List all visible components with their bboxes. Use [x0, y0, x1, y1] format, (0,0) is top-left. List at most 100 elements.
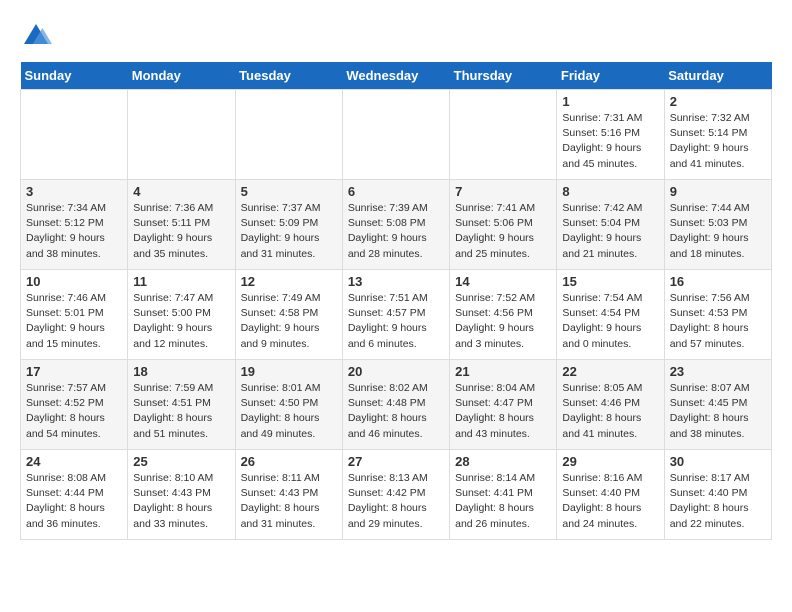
day-cell: 4 Sunrise: 7:36 AM Sunset: 5:11 PM Daylig… [128, 180, 235, 270]
day-info: Sunrise: 7:54 AM Sunset: 4:54 PM Dayligh… [562, 291, 658, 352]
day-cell: 8 Sunrise: 7:42 AM Sunset: 5:04 PM Daylig… [557, 180, 664, 270]
day-number: 22 [562, 364, 658, 379]
day-info: Sunrise: 7:51 AM Sunset: 4:57 PM Dayligh… [348, 291, 444, 352]
day-number: 30 [670, 454, 766, 469]
day-info: Sunrise: 7:47 AM Sunset: 5:00 PM Dayligh… [133, 291, 229, 352]
week-row-2: 10 Sunrise: 7:46 AM Sunset: 5:01 PM Dayli… [21, 270, 772, 360]
day-info: Sunrise: 8:02 AM Sunset: 4:48 PM Dayligh… [348, 381, 444, 442]
day-info: Sunrise: 8:08 AM Sunset: 4:44 PM Dayligh… [26, 471, 122, 532]
day-cell: 7 Sunrise: 7:41 AM Sunset: 5:06 PM Daylig… [450, 180, 557, 270]
page-header [20, 20, 772, 52]
day-cell: 22 Sunrise: 8:05 AM Sunset: 4:46 PM Dayli… [557, 360, 664, 450]
col-header-friday: Friday [557, 62, 664, 90]
day-info: Sunrise: 8:16 AM Sunset: 4:40 PM Dayligh… [562, 471, 658, 532]
day-number: 4 [133, 184, 229, 199]
day-info: Sunrise: 7:42 AM Sunset: 5:04 PM Dayligh… [562, 201, 658, 262]
day-number: 25 [133, 454, 229, 469]
day-number: 9 [670, 184, 766, 199]
col-header-thursday: Thursday [450, 62, 557, 90]
day-cell: 29 Sunrise: 8:16 AM Sunset: 4:40 PM Dayli… [557, 450, 664, 540]
day-info: Sunrise: 7:32 AM Sunset: 5:14 PM Dayligh… [670, 111, 766, 172]
day-cell [342, 90, 449, 180]
day-info: Sunrise: 8:10 AM Sunset: 4:43 PM Dayligh… [133, 471, 229, 532]
day-cell: 19 Sunrise: 8:01 AM Sunset: 4:50 PM Dayli… [235, 360, 342, 450]
day-cell: 1Sunrise: 7:31 AM Sunset: 5:16 PM Daylig… [557, 90, 664, 180]
day-number: 18 [133, 364, 229, 379]
day-cell: 14 Sunrise: 7:52 AM Sunset: 4:56 PM Dayli… [450, 270, 557, 360]
day-cell: 6 Sunrise: 7:39 AM Sunset: 5:08 PM Daylig… [342, 180, 449, 270]
day-number: 26 [241, 454, 337, 469]
day-cell: 21Sunrise: 8:04 AM Sunset: 4:47 PM Dayli… [450, 360, 557, 450]
day-info: Sunrise: 7:41 AM Sunset: 5:06 PM Dayligh… [455, 201, 551, 262]
day-cell: 30 Sunrise: 8:17 AM Sunset: 4:40 PM Dayli… [664, 450, 771, 540]
logo-icon [20, 20, 52, 52]
day-number: 8 [562, 184, 658, 199]
day-info: Sunrise: 8:17 AM Sunset: 4:40 PM Dayligh… [670, 471, 766, 532]
day-number: 14 [455, 274, 551, 289]
day-info: Sunrise: 7:59 AM Sunset: 4:51 PM Dayligh… [133, 381, 229, 442]
day-cell: 13 Sunrise: 7:51 AM Sunset: 4:57 PM Dayli… [342, 270, 449, 360]
calendar-header-row: SundayMondayTuesdayWednesdayThursdayFrid… [21, 62, 772, 90]
day-cell: 23Sunrise: 8:07 AM Sunset: 4:45 PM Dayli… [664, 360, 771, 450]
day-number: 7 [455, 184, 551, 199]
day-cell: 5Sunrise: 7:37 AM Sunset: 5:09 PM Daylig… [235, 180, 342, 270]
day-info: Sunrise: 7:52 AM Sunset: 4:56 PM Dayligh… [455, 291, 551, 352]
day-cell: 15 Sunrise: 7:54 AM Sunset: 4:54 PM Dayli… [557, 270, 664, 360]
day-info: Sunrise: 7:36 AM Sunset: 5:11 PM Dayligh… [133, 201, 229, 262]
day-cell [235, 90, 342, 180]
day-cell: 11 Sunrise: 7:47 AM Sunset: 5:00 PM Dayli… [128, 270, 235, 360]
day-cell [128, 90, 235, 180]
day-number: 15 [562, 274, 658, 289]
day-info: Sunrise: 7:34 AM Sunset: 5:12 PM Dayligh… [26, 201, 122, 262]
calendar-body: 1Sunrise: 7:31 AM Sunset: 5:16 PM Daylig… [21, 90, 772, 540]
day-number: 6 [348, 184, 444, 199]
day-cell: 18 Sunrise: 7:59 AM Sunset: 4:51 PM Dayli… [128, 360, 235, 450]
day-info: Sunrise: 7:56 AM Sunset: 4:53 PM Dayligh… [670, 291, 766, 352]
day-info: Sunrise: 7:46 AM Sunset: 5:01 PM Dayligh… [26, 291, 122, 352]
day-number: 29 [562, 454, 658, 469]
day-cell: 9 Sunrise: 7:44 AM Sunset: 5:03 PM Daylig… [664, 180, 771, 270]
day-number: 27 [348, 454, 444, 469]
day-cell [21, 90, 128, 180]
day-number: 3 [26, 184, 122, 199]
day-cell: 2 Sunrise: 7:32 AM Sunset: 5:14 PM Daylig… [664, 90, 771, 180]
day-number: 13 [348, 274, 444, 289]
day-cell: 28Sunrise: 8:14 AM Sunset: 4:41 PM Dayli… [450, 450, 557, 540]
day-number: 12 [241, 274, 337, 289]
day-info: Sunrise: 7:39 AM Sunset: 5:08 PM Dayligh… [348, 201, 444, 262]
day-info: Sunrise: 7:49 AM Sunset: 4:58 PM Dayligh… [241, 291, 337, 352]
day-info: Sunrise: 7:57 AM Sunset: 4:52 PM Dayligh… [26, 381, 122, 442]
day-number: 24 [26, 454, 122, 469]
day-number: 10 [26, 274, 122, 289]
day-info: Sunrise: 7:37 AM Sunset: 5:09 PM Dayligh… [241, 201, 337, 262]
day-cell: 16 Sunrise: 7:56 AM Sunset: 4:53 PM Dayli… [664, 270, 771, 360]
week-row-4: 24 Sunrise: 8:08 AM Sunset: 4:44 PM Dayli… [21, 450, 772, 540]
calendar-table: SundayMondayTuesdayWednesdayThursdayFrid… [20, 62, 772, 540]
day-cell: 25 Sunrise: 8:10 AM Sunset: 4:43 PM Dayli… [128, 450, 235, 540]
day-cell: 20 Sunrise: 8:02 AM Sunset: 4:48 PM Dayli… [342, 360, 449, 450]
week-row-3: 17 Sunrise: 7:57 AM Sunset: 4:52 PM Dayli… [21, 360, 772, 450]
day-cell [450, 90, 557, 180]
day-cell: 27 Sunrise: 8:13 AM Sunset: 4:42 PM Dayli… [342, 450, 449, 540]
day-number: 2 [670, 94, 766, 109]
day-number: 28 [455, 454, 551, 469]
day-info: Sunrise: 8:05 AM Sunset: 4:46 PM Dayligh… [562, 381, 658, 442]
col-header-tuesday: Tuesday [235, 62, 342, 90]
day-cell: 26Sunrise: 8:11 AM Sunset: 4:43 PM Dayli… [235, 450, 342, 540]
day-number: 11 [133, 274, 229, 289]
logo [20, 20, 56, 52]
day-info: Sunrise: 7:44 AM Sunset: 5:03 PM Dayligh… [670, 201, 766, 262]
col-header-saturday: Saturday [664, 62, 771, 90]
col-header-monday: Monday [128, 62, 235, 90]
day-number: 20 [348, 364, 444, 379]
day-number: 17 [26, 364, 122, 379]
day-info: Sunrise: 8:01 AM Sunset: 4:50 PM Dayligh… [241, 381, 337, 442]
col-header-sunday: Sunday [21, 62, 128, 90]
day-cell: 3 Sunrise: 7:34 AM Sunset: 5:12 PM Daylig… [21, 180, 128, 270]
day-info: Sunrise: 8:04 AM Sunset: 4:47 PM Dayligh… [455, 381, 551, 442]
day-number: 23 [670, 364, 766, 379]
day-number: 19 [241, 364, 337, 379]
day-number: 16 [670, 274, 766, 289]
day-info: Sunrise: 8:13 AM Sunset: 4:42 PM Dayligh… [348, 471, 444, 532]
col-header-wednesday: Wednesday [342, 62, 449, 90]
